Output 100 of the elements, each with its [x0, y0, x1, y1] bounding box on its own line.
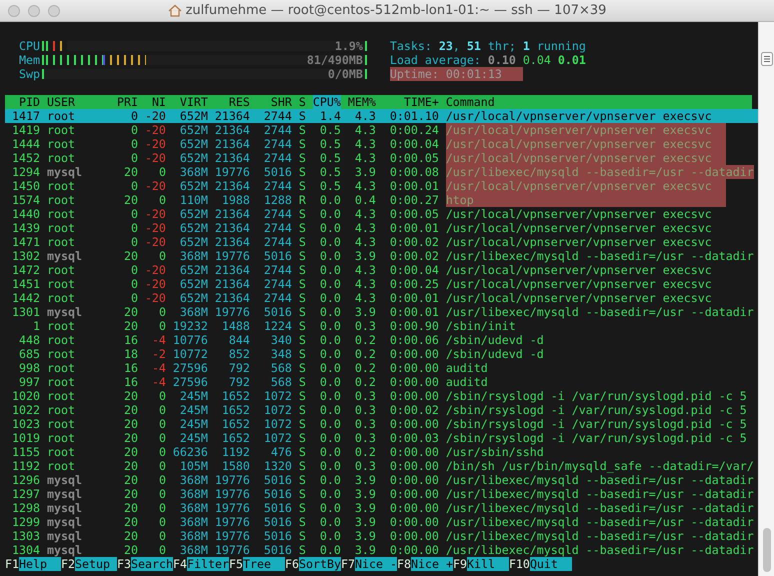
minimize-button[interactable] [28, 5, 40, 17]
process-row[interactable]: 1417 root 0 -20 652M 21364 2744 S 1.4 4.3 0:01.10 /usr/local/vpnserver/vpnserver execsvc [5, 109, 758, 123]
column-header[interactable]: PRI [116, 95, 138, 109]
process-row[interactable]: 1451 root 0 -20 652M 21364 2744 S 0.0 4.3 0:00.25 /usr/local/vpnserver/vpnserver execsvc [5, 277, 758, 291]
table-cell: 0.5 [320, 165, 341, 179]
column-header[interactable]: TIME+ [404, 95, 439, 109]
process-row[interactable]: 1574 root 20 0 110M 1988 1288 R 0.0 0.4 0:00.27 htop [5, 193, 758, 207]
close-button[interactable] [8, 5, 20, 17]
table-cell: 3.9 [354, 529, 376, 543]
table-cell: 1452 [12, 151, 40, 165]
column-header[interactable]: PID [19, 95, 40, 109]
table-cell: 0:00.04 [390, 137, 439, 151]
table-cell: 19776 [214, 473, 250, 487]
process-row[interactable]: 998 root 16 -4 27596 792 568 S 0.0 0.2 0:00.00 auditd [5, 361, 758, 375]
process-row[interactable]: 1419 root 0 -20 652M 21364 2744 S 0.5 4.3 0:00.24 /usr/local/vpnserver/vpnserver execsvc [5, 123, 758, 137]
table-cell: 5016 [264, 249, 292, 263]
process-row[interactable]: 1450 root 0 -20 652M 21364 2744 S 0.5 4.3 0:00.01 /usr/local/vpnserver/vpnserver execsvc [5, 179, 758, 193]
function-key-button[interactable]: Tree [242, 557, 285, 571]
table-cell: 368M [180, 473, 208, 487]
process-row[interactable]: 1452 root 0 -20 652M 21364 2744 S 0.5 4.3 0:00.05 /usr/local/vpnserver/vpnserver execsvc [5, 151, 758, 165]
process-row[interactable]: 1471 root 0 -20 652M 21364 2744 S 0.0 4.3 0:00.02 /usr/local/vpnserver/vpnserver execsvc [5, 235, 758, 249]
table-cell: 0 [130, 291, 138, 305]
function-key: F6 [284, 557, 299, 571]
function-key-button[interactable]: Quit [530, 557, 572, 571]
table-cell: 5016 [264, 515, 292, 529]
process-row[interactable]: 1 root 20 0 19232 1488 1224 S 0.0 0.3 0:00.90 /sbin/init [5, 319, 758, 333]
zoom-button[interactable] [48, 5, 60, 17]
scrollbar[interactable] [758, 22, 774, 576]
column-header[interactable]: NI [152, 95, 166, 109]
table-cell: root [46, 291, 75, 305]
table-cell: 1417 [12, 109, 40, 123]
table-cell: root [46, 179, 75, 193]
table-cell: 3.9 [354, 487, 376, 501]
table-cell: 0:00.00 [390, 347, 439, 361]
function-key: F9 [452, 557, 467, 571]
table-cell: 0.2 [354, 445, 376, 459]
process-row[interactable]: 1302 mysql 20 0 368M 19776 5016 S 0.0 3.9 0:00.02 /usr/libexec/mysqld --basedir=/usr --datadir [5, 249, 758, 263]
column-header[interactable]: CPU% [312, 95, 341, 109]
table-cell: 3.9 [354, 473, 376, 487]
function-key-button[interactable]: Setup [74, 557, 117, 571]
process-row[interactable]: 1019 root 20 0 245M 1652 1072 S 0.0 0.3 0:00.03 /sbin/rsyslogd -i /var/run/syslogd.pid -c 5 [5, 431, 758, 445]
table-cell: 0.2 [354, 347, 376, 361]
process-row[interactable]: 1297 mysql 20 0 368M 19776 5016 S 0.0 3.9 0:00.00 /usr/libexec/mysqld --basedir=/usr --datadir [5, 487, 758, 501]
column-header[interactable]: SHR [270, 95, 292, 109]
process-row[interactable]: 1022 root 20 0 245M 1652 1072 S 0.0 0.3 0:00.02 /sbin/rsyslogd -i /var/run/syslogd.pid -c 5 [5, 403, 758, 417]
function-key-button[interactable]: SortBy [298, 557, 341, 571]
process-row[interactable]: 1439 root 0 -20 652M 21364 2744 S 0.0 4.3 0:00.01 /usr/local/vpnserver/vpnserver execsvc [5, 221, 758, 235]
table-cell: root [46, 361, 75, 375]
process-row[interactable]: 1298 mysql 20 0 368M 19776 5016 S 0.0 3.9 0:00.00 /usr/libexec/mysqld --basedir=/usr --datadir [5, 501, 758, 515]
table-cell: S [298, 403, 306, 417]
table-cell: 1 [33, 319, 40, 333]
column-header[interactable]: RES [228, 95, 250, 109]
column-header[interactable]: S [298, 95, 306, 109]
table-cell: 19776 [214, 501, 250, 515]
process-row[interactable]: 1442 root 0 -20 652M 21364 2744 S 0.0 4.3 0:00.01 /usr/local/vpnserver/vpnserver execsvc [5, 291, 758, 305]
process-row[interactable]: 1303 mysql 20 0 368M 19776 5016 S 0.0 3.9 0:00.00 /usr/libexec/mysqld --basedir=/usr --datadir [5, 529, 758, 543]
process-row[interactable]: 1294 mysql 20 0 368M 19776 5016 S 0.5 3.9 0:00.08 /usr/libexec/mysqld --basedir=/usr --datadir [5, 165, 758, 179]
table-cell: 5016 [264, 165, 292, 179]
table-cell: 1439 [12, 221, 40, 235]
process-row[interactable]: 1296 mysql 20 0 368M 19776 5016 S 0.0 3.9 0:00.00 /usr/libexec/mysqld --basedir=/usr --datadir [5, 473, 758, 487]
process-row[interactable]: 1192 root 20 0 105M 1580 1320 S 0.0 0.3 0:00.00 /bin/sh /usr/bin/mysqld_safe --datadir=/var/ [5, 459, 758, 473]
table-cell: 4.3 [354, 109, 376, 123]
function-key-button[interactable]: Help [19, 557, 61, 571]
function-key-button[interactable]: Search [130, 557, 173, 571]
table-cell: S [298, 361, 306, 375]
function-key-button[interactable]: Nice - [354, 557, 397, 571]
table-cell: 2744 [264, 123, 292, 137]
process-row[interactable]: 997 root 16 -4 27596 792 568 S 0.0 0.2 0:00.00 auditd [5, 375, 758, 389]
process-row[interactable]: 1020 root 20 0 245M 1652 1072 S 0.0 0.3 0:00.00 /sbin/rsyslogd -i /var/run/syslogd.pid -c 5 [5, 389, 758, 403]
scrollbar-thumb[interactable] [763, 528, 771, 572]
process-row[interactable]: 1023 root 20 0 245M 1652 1072 S 0.0 0.3 0:00.00 /sbin/rsyslogd -i /var/run/syslogd.pid -c 5 [5, 417, 758, 431]
table-cell: 0 [158, 501, 166, 515]
process-row[interactable]: 1440 root 0 -20 652M 21364 2744 S 0.0 4.3 0:00.05 /usr/local/vpnserver/vpnserver execsvc [5, 207, 758, 221]
process-row[interactable]: 1299 mysql 20 0 368M 19776 5016 S 0.0 3.9 0:00.00 /usr/libexec/mysqld --basedir=/usr --datadir [5, 515, 758, 529]
process-row[interactable]: 1155 root 20 0 66236 1192 476 S 0.0 0.2 0:00.00 /usr/sbin/sshd [5, 445, 758, 459]
process-row[interactable]: 1472 root 0 -20 652M 21364 2744 S 0.0 4.3 0:00.04 /usr/local/vpnserver/vpnserver execsvc [5, 263, 758, 277]
process-row[interactable]: 685 root 18 -2 10772 852 348 S 0.0 0.2 0:00.00 /sbin/udevd -d [5, 347, 758, 361]
table-cell: 19776 [214, 165, 250, 179]
process-row[interactable]: 448 root 16 -4 10776 844 340 S 0.0 0.2 0:00.06 /sbin/udevd -d [5, 333, 758, 347]
function-key-button[interactable]: Filter [186, 557, 229, 571]
column-header[interactable]: USER [46, 95, 75, 109]
function-key-button[interactable]: Kill [466, 557, 509, 571]
table-cell: htop [446, 193, 726, 207]
table-cell: /sbin/rsyslogd -i /var/run/syslogd.pid -c 5 [446, 431, 747, 445]
process-row[interactable]: 1444 root 0 -20 652M 21364 2744 S 0.5 4.3 0:00.04 /usr/local/vpnserver/vpnserver execsvc [5, 137, 758, 151]
table-cell: 20 [124, 445, 138, 459]
table-cell: 1580 [222, 459, 250, 473]
table-cell: 0.0 [320, 529, 341, 543]
table-cell: 0.0 [320, 431, 341, 445]
function-key-button[interactable]: Nice + [410, 557, 453, 571]
column-header[interactable]: VIRT [180, 95, 208, 109]
column-header[interactable]: MEM% [348, 95, 376, 109]
column-header[interactable]: Command [446, 95, 495, 109]
table-cell: -20 [144, 137, 166, 151]
process-row[interactable]: 1304 mysql 20 0 368M 19776 5016 S 0.0 3.9 0:00.00 /usr/libexec/mysqld --basedir=/usr --datadir [5, 543, 758, 557]
table-cell: mysql [46, 473, 82, 487]
table-cell: 245M [180, 431, 208, 445]
table-cell: 652M [180, 207, 208, 221]
process-row[interactable]: 1301 mysql 20 0 368M 19776 5016 S 0.0 3.9 0:00.01 /usr/libexec/mysqld --basedir=/usr --datadir [5, 305, 758, 319]
table-cell: S [298, 291, 306, 305]
